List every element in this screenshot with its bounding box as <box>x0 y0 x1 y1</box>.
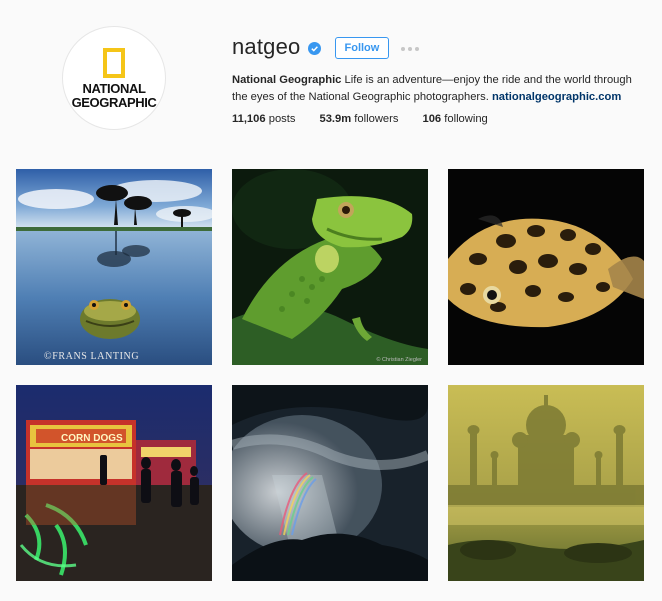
post-tile-corn-dogs[interactable]: CORN DOGS <box>16 385 212 581</box>
post-tile-storm[interactable] <box>232 385 428 581</box>
post-tile-taj-mahal[interactable] <box>448 385 644 581</box>
bio-link[interactable]: nationalgeographic.com <box>492 91 621 103</box>
bio-name: National Geographic <box>232 74 342 86</box>
following-stat[interactable]: 106 following <box>422 113 487 125</box>
svg-text:CORN DOGS: CORN DOGS <box>61 433 123 444</box>
post-tile-frog[interactable]: ©FRANS LANTING <box>16 169 212 365</box>
corn-dogs-photo: CORN DOGS <box>16 385 212 581</box>
posts-label: posts <box>265 113 296 125</box>
avatar-logo-text: NATIONAL GEOGRAPHIC <box>71 81 157 110</box>
followers-label: followers <box>351 113 399 125</box>
photo-credit: ©FRANS LANTING <box>44 351 140 362</box>
post-tile-iguana[interactable]: © Christian Ziegler <box>232 169 428 365</box>
posts-stat: 11,106 posts <box>232 113 295 125</box>
bio: National Geographic Life is an adventure… <box>232 72 647 106</box>
verified-check-icon <box>307 41 321 55</box>
profile-stats: 11,106 posts 53.9m followers 106 followi… <box>232 113 512 125</box>
iguana-photo <box>232 169 428 365</box>
posts-count: 11,106 <box>232 113 266 125</box>
more-dots-icon[interactable] <box>401 46 420 51</box>
avatar[interactable]: NATIONAL GEOGRAPHIC <box>62 26 166 130</box>
username: natgeo <box>232 34 301 59</box>
profile-header-row: natgeo Follow <box>232 34 420 60</box>
photo-credit: © Christian Ziegler <box>376 357 422 363</box>
followers-count: 53.9m <box>319 113 352 125</box>
following-label: following <box>441 113 488 125</box>
natgeo-logo-frame <box>103 48 125 78</box>
storm-photo <box>232 385 428 581</box>
follow-button[interactable]: Follow <box>334 37 390 59</box>
taj-mahal-photo <box>448 385 644 581</box>
frog-photo <box>16 169 212 365</box>
followers-stat[interactable]: 53.9m followers <box>319 113 398 125</box>
pufferfish-photo <box>448 169 644 365</box>
post-tile-pufferfish[interactable] <box>448 169 644 365</box>
following-count: 106 <box>422 113 442 125</box>
